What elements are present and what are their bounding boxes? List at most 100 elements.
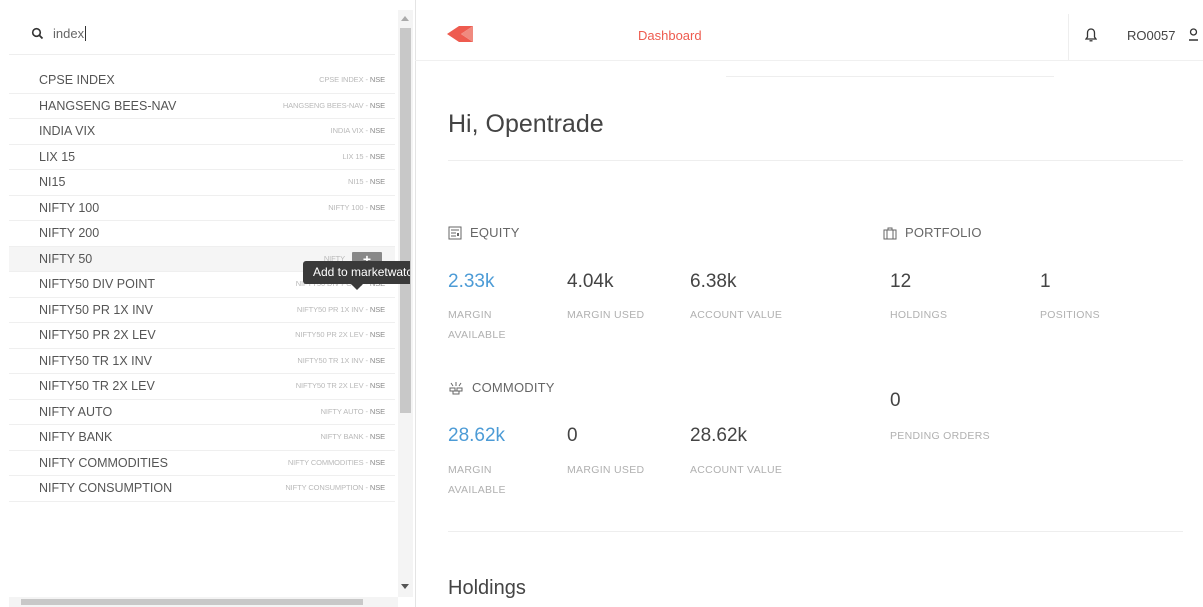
search-icon (31, 27, 44, 40)
equity-margin-available-value[interactable]: 2.33k (448, 271, 494, 293)
commodity-margin-available-label: MARGIN AVAILABLE (448, 464, 506, 496)
instrument-row[interactable]: NIFTY50 PR 2X LEV NIFTY50 PR 2X LEV - NSE (9, 323, 395, 349)
instrument-name: NIFTY50 TR 2X LEV (39, 379, 155, 393)
equity-title-text: EQUITY (470, 225, 520, 240)
commodity-section-title: COMMODITY (448, 380, 555, 395)
instrument-name: NIFTY50 TR 1X INV (39, 353, 152, 368)
holdings-count-label: HOLDINGS (890, 309, 948, 321)
nav-divider (726, 76, 1054, 77)
instrument-symbol: HANGSENG BEES-NAV (282, 100, 364, 110)
exchange-code: NSE (369, 304, 385, 314)
commodity-title-text: COMMODITY (472, 380, 555, 395)
exchange-code: NSE (369, 202, 385, 212)
instrument-symbol: NIFTY50 TR 2X LEV (295, 381, 364, 390)
instrument-symbol: NIFTY BANK (320, 432, 364, 441)
equity-account-value: 6.38k (690, 271, 737, 292)
instrument-exchange: NIFTY BANK - NSE (320, 432, 385, 441)
instrument-name: LIX 15 (39, 149, 76, 164)
instrument-row[interactable]: NIFTY50 TR 2X LEV NIFTY50 TR 2X LEV - NSE (9, 374, 395, 400)
equity-margin-used-label: MARGIN USED (567, 309, 645, 321)
instrument-exchange: NIFTY50 TR 1X INV - NSE (297, 355, 385, 365)
instrument-exchange: NIFTY 100 - NSE (328, 202, 385, 212)
equity-section-title: EQUITY (448, 225, 520, 240)
instrument-exchange: LIX 15 - NSE (342, 151, 385, 161)
instrument-name: NI15 (39, 175, 66, 189)
bell-icon[interactable] (1085, 28, 1097, 42)
scroll-up-arrow-icon[interactable] (401, 16, 409, 21)
instrument-exchange: NIFTY COMMODITIES - NSE (287, 457, 385, 467)
add-to-marketwatch-tooltip: Add to marketwatch (303, 261, 410, 284)
search-bar[interactable]: index (9, 14, 395, 55)
holdings-count-value: 12 (890, 271, 912, 292)
kite-logo-icon[interactable] (447, 26, 473, 42)
instrument-row[interactable]: NIFTY 200 (9, 221, 395, 247)
exchange-code: NSE (369, 330, 385, 339)
instrument-exchange: NI15 - NSE (348, 177, 385, 186)
instrument-symbol: LIX 15 (342, 151, 364, 161)
scroll-down-arrow-icon[interactable] (401, 584, 409, 589)
instrument-name: NIFTY50 PR 2X LEV (39, 328, 156, 342)
instrument-name: NIFTY 50 (39, 251, 93, 266)
instrument-symbol: NIFTY 100 (328, 202, 364, 212)
search-results-list: CPSE INDEX CPSE INDEX - NSE HANGSENG BEES-… (9, 68, 395, 502)
instrument-row[interactable]: NIFTY COMMODITIES NIFTY COMMODITIES - NSE (9, 451, 395, 476)
nav-dashboard-link[interactable]: Dashboard (638, 28, 702, 43)
instrument-symbol: INDIA VIX (330, 126, 364, 135)
instrument-symbol: NIFTY50 PR 1X INV (296, 304, 364, 314)
scrollbar-thumb[interactable] (400, 28, 411, 413)
commodity-margin-available-value[interactable]: 28.62k (448, 425, 505, 447)
exchange-code: NSE (369, 381, 385, 390)
instrument-row[interactable]: CPSE INDEX CPSE INDEX - NSE (9, 68, 395, 94)
commodity-margin-used-label: MARGIN USED (567, 464, 645, 476)
instrument-row[interactable]: INDIA VIX INDIA VIX - NSE (9, 119, 395, 145)
instrument-symbol: NIFTY AUTO (320, 406, 364, 416)
instrument-symbol: NIFTY50 PR 2X LEV (295, 330, 364, 339)
instrument-exchange: NIFTY CONSUMPTION - NSE (285, 483, 385, 492)
commodity-margin-used-value: 0 (567, 425, 578, 446)
instrument-row[interactable]: NIFTY CONSUMPTION NIFTY CONSUMPTION - NSE (9, 476, 395, 502)
instrument-row[interactable]: NIFTY AUTO NIFTY AUTO - NSE (9, 400, 395, 425)
instrument-row[interactable]: NIFTY50 PR 1X INV NIFTY50 PR 1X INV - NSE (9, 298, 395, 323)
instrument-row[interactable]: HANGSENG BEES-NAV HANGSENG BEES-NAV - NSE (9, 94, 395, 119)
horizontal-scrollbar[interactable] (9, 597, 398, 607)
holdings-heading: Holdings (448, 577, 526, 599)
instrument-exchange: NIFTY50 PR 2X LEV - NSE (295, 330, 385, 339)
vertical-scrollbar[interactable] (398, 10, 413, 597)
instrument-name: HANGSENG BEES-NAV (39, 98, 177, 113)
instrument-symbol: NI15 (348, 177, 364, 186)
exchange-code: NSE (369, 355, 385, 365)
scrollbar-thumb-horizontal[interactable] (21, 599, 363, 605)
user-icon[interactable] (1188, 28, 1199, 42)
portfolio-section-title: PORTFOLIO (883, 225, 982, 240)
instrument-exchange: NIFTY50 PR 1X INV - NSE (296, 304, 385, 314)
portfolio-title-text: PORTFOLIO (905, 225, 982, 240)
positions-count-label: POSITIONS (1040, 309, 1100, 321)
search-input[interactable]: index (53, 26, 87, 41)
exchange-code: NSE (369, 457, 385, 467)
header-separator (1068, 14, 1069, 60)
header-divider (415, 60, 1203, 61)
exchange-code: NSE (369, 406, 385, 416)
positions-count-value: 1 (1040, 271, 1051, 292)
pending-orders-label: PENDING ORDERS (890, 430, 990, 442)
instrument-name: NIFTY BANK (39, 430, 113, 444)
commodity-icon (449, 382, 463, 395)
instrument-row[interactable]: NIFTY50 TR 1X INV NIFTY50 TR 1X INV - NSE (9, 349, 395, 374)
instrument-name: INDIA VIX (39, 124, 96, 138)
instrument-name: NIFTY COMMODITIES (39, 455, 168, 470)
exchange-code: NSE (369, 483, 385, 492)
instrument-name: NIFTY CONSUMPTION (39, 481, 173, 495)
equity-icon (448, 226, 462, 240)
equity-margin-available-label: MARGIN AVAILABLE (448, 309, 506, 341)
instrument-row[interactable]: NI15 NI15 - NSE (9, 170, 395, 196)
instrument-row[interactable]: NIFTY BANK NIFTY BANK - NSE (9, 425, 395, 451)
exchange-code: NSE (369, 126, 385, 135)
instrument-row[interactable]: LIX 15 LIX 15 - NSE (9, 145, 395, 170)
instrument-symbol: NIFTY COMMODITIES (287, 457, 364, 467)
equity-margin-used-value: 4.04k (567, 271, 614, 292)
text-cursor (85, 26, 87, 41)
exchange-code: NSE (369, 432, 385, 441)
instrument-row[interactable]: NIFTY 100 NIFTY 100 - NSE (9, 196, 395, 221)
user-id-label[interactable]: RO0057 (1127, 28, 1175, 43)
greeting-heading: Hi, Opentrade (448, 110, 604, 138)
